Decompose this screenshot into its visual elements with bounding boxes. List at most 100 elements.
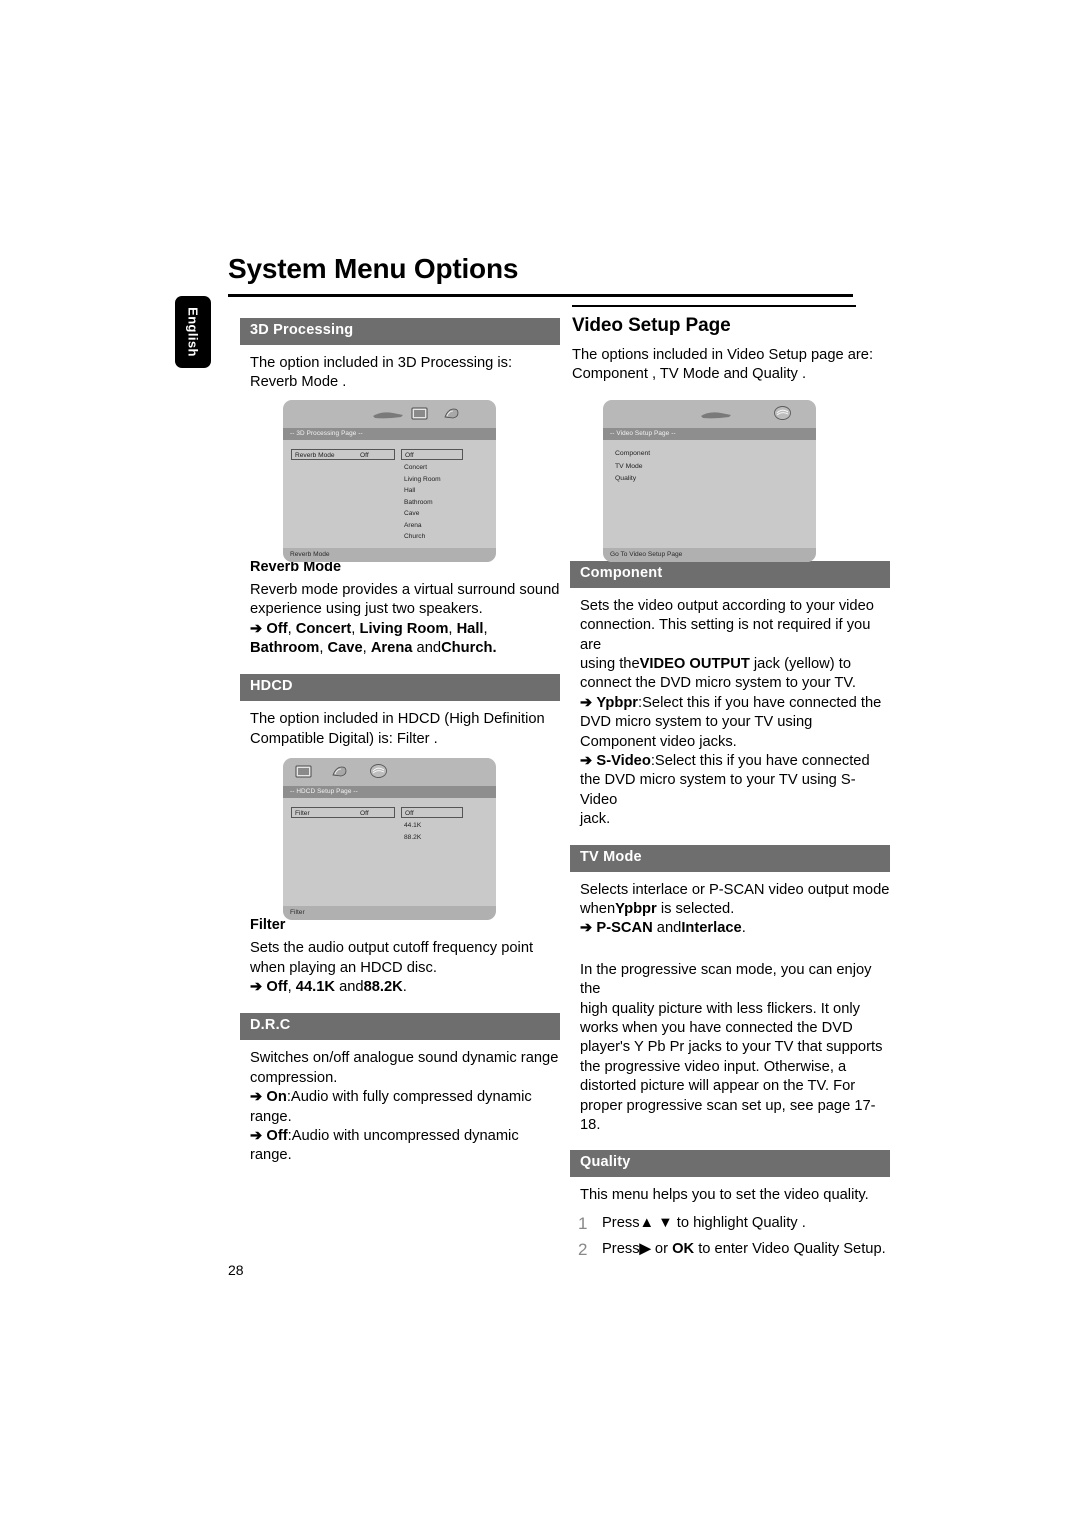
- component-ypbpr-cont2: Component video jacks.: [580, 733, 737, 750]
- reverb-opt-living-room: Living Room: [359, 620, 449, 637]
- osd-menu-item-quality[interactable]: Quality: [615, 473, 650, 486]
- osd-option-item[interactable]: Living Room: [404, 474, 441, 486]
- osd-selected-option-box[interactable]: Off: [401, 449, 463, 460]
- drc-opt-off: Off: [266, 1127, 288, 1144]
- tv-mode-opt-pscan: P-SCAN: [596, 920, 653, 937]
- component-line3-pre: using the: [580, 655, 640, 672]
- video-intro-line1: The options included in Video Setup page…: [572, 347, 874, 363]
- osd-option-list-hdcd: 44.1K 88.2K: [404, 820, 421, 843]
- osd-title-video: -- Video Setup Page --: [603, 428, 816, 440]
- osd-row-label: Filter: [295, 809, 310, 817]
- osd-status-3d: Reverb Mode: [283, 548, 496, 562]
- osd-option-item[interactable]: Bathroom: [404, 497, 441, 509]
- osd-selected-option: Off: [405, 809, 414, 817]
- tv-mode-line1: Selects interlace or P-SCAN video output…: [580, 881, 890, 898]
- drc-line1: Switches on/off analogue sound dynamic r…: [250, 1050, 559, 1067]
- osd-selected-option-box[interactable]: Off: [401, 807, 463, 818]
- section-header-3d-processing: 3D Processing: [240, 318, 560, 345]
- section-header-component: Component: [570, 560, 890, 588]
- psn-line6: distorted picture will appear on the TV.…: [580, 1078, 856, 1095]
- osd-setting-row-reverb-mode[interactable]: Reverb Mode Off: [291, 449, 395, 460]
- 3d-intro-line1: The option included in 3D Processing is:: [250, 354, 513, 371]
- audio-icon: [332, 766, 347, 777]
- component-opt-svideo: S-Video: [596, 753, 651, 769]
- component-svideo-cont2: jack.: [580, 811, 611, 828]
- osd-selected-option: Off: [405, 451, 414, 459]
- filter-body: Sets the audio output cutoff frequency p…: [250, 939, 560, 997]
- arrow-bullet-icon: ➔: [250, 620, 263, 637]
- section-header-drc: D.R.C: [240, 1013, 560, 1041]
- psn-line5: the progressive video input. Otherwise, …: [580, 1058, 847, 1075]
- filter-opt-441k: 44.1K: [295, 978, 335, 995]
- step-number: 1: [578, 1213, 588, 1233]
- sep: ,: [319, 639, 328, 656]
- reverb-opt-cave: Cave: [327, 639, 363, 656]
- component-line1: Sets the video output according to your …: [580, 597, 874, 614]
- component-ypbpr-text: :Select this if you have connected the: [638, 694, 882, 711]
- arrow-bullet-icon: ➔: [580, 920, 593, 937]
- osd-option-item[interactable]: Arena: [404, 520, 441, 532]
- step1-pre: Press: [602, 1214, 640, 1231]
- osd-title-3d: -- 3D Processing Page --: [283, 428, 496, 440]
- ypbpr-term: Ypbpr: [615, 900, 657, 917]
- title-divider: [228, 294, 853, 297]
- osd-row-label: Reverb Mode: [295, 451, 335, 459]
- osd-menu-item-tv-mode[interactable]: TV Mode: [615, 461, 650, 474]
- osd-body-hdcd: Filter Off Off 44.1K 88.2K: [283, 798, 496, 906]
- osd-status-hdcd: Filter: [283, 906, 496, 920]
- step2-post: to enter Video Quality Setup.: [694, 1241, 886, 1258]
- osd-option-item[interactable]: Concert: [404, 462, 441, 474]
- quality-body: This menu helps you to set the video qua…: [580, 1186, 890, 1205]
- disc-icon: [373, 412, 403, 419]
- language-tab: English: [175, 296, 211, 368]
- tv-mode-line2-pre: when: [580, 900, 616, 917]
- section-heading-video-setup-page: Video Setup Page: [572, 315, 731, 336]
- component-ypbpr-cont1: DVD micro system to your TV using: [580, 714, 813, 731]
- language-tab-label: English: [185, 307, 201, 357]
- preference-icon: [774, 406, 791, 420]
- osd-option-item[interactable]: 44.1K: [404, 820, 421, 832]
- 3d-processing-intro: The option included in 3D Processing is:…: [250, 354, 560, 393]
- drc-on-text: :Audio with fully compressed dynamic: [286, 1089, 532, 1106]
- psn-line7: proper progressive scan set up, see page…: [580, 1097, 876, 1134]
- quality-steps: 1 Press▲ ▼ to highlight Quality . 2 Press▶…: [570, 1214, 890, 1260]
- drc-off-text: :Audio with uncompressed dynamic: [287, 1127, 519, 1144]
- psn-line1: In the progressive scan mode, you can en…: [580, 961, 872, 998]
- reverb-line2: experience using just two speakers.: [250, 601, 483, 618]
- osd-row-value: Off: [360, 809, 369, 817]
- quality-step-1: 1 Press▲ ▼ to highlight Quality .: [570, 1214, 890, 1233]
- video-intro-line2: Component , TV Mode and Quality .: [572, 366, 807, 383]
- component-svideo-text: :Select this if you have connected: [650, 753, 870, 769]
- osd-body-video: Component TV Mode Quality: [603, 440, 816, 548]
- osd-setting-row-filter[interactable]: Filter Off: [291, 807, 395, 818]
- drc-off-cont: range.: [250, 1147, 292, 1164]
- section-header-hdcd: HDCD: [240, 674, 560, 702]
- step1-post: to highlight Quality .: [672, 1214, 806, 1231]
- osd-option-item[interactable]: Hall: [404, 485, 441, 497]
- drc-opt-on: On: [266, 1089, 287, 1106]
- osd-option-item[interactable]: Church: [404, 531, 441, 543]
- reverb-opt-arena: Arena: [370, 639, 413, 656]
- component-opt-ypbpr: Ypbpr: [596, 694, 639, 711]
- psn-line2: high quality picture with less flickers.…: [580, 1000, 860, 1017]
- reverb-opt-church: Church.: [441, 639, 497, 656]
- arrow-bullet-icon: ➔: [250, 1089, 263, 1106]
- drc-line2: compression.: [250, 1069, 338, 1086]
- quality-line1: This menu helps you to set the video qua…: [580, 1187, 869, 1204]
- quality-step-2: 2 Press▶ or OK to enter Video Quality Set…: [570, 1240, 890, 1259]
- osd-option-item[interactable]: Cave: [404, 508, 441, 520]
- osd-option-item[interactable]: 88.2K: [404, 832, 421, 844]
- video-icon: [295, 765, 312, 778]
- osd-row-value: Off: [360, 451, 369, 459]
- ok-key-label: OK: [672, 1241, 695, 1258]
- osd-menu-item-component[interactable]: Component: [615, 448, 650, 461]
- section-header-quality: Quality: [570, 1150, 890, 1178]
- tv-mode-opt-interlace: Interlace: [681, 920, 742, 937]
- video-setup-intro: The options included in Video Setup page…: [572, 346, 882, 385]
- filter-line1: Sets the audio output cutoff frequency p…: [250, 940, 534, 957]
- page-number: 28: [228, 1262, 244, 1278]
- video-icon: [411, 407, 428, 420]
- osd-status-video: Go To Video Setup Page: [603, 548, 816, 562]
- video-setup-divider: [572, 305, 856, 307]
- reverb-opt-bathroom: Bathroom: [250, 639, 320, 656]
